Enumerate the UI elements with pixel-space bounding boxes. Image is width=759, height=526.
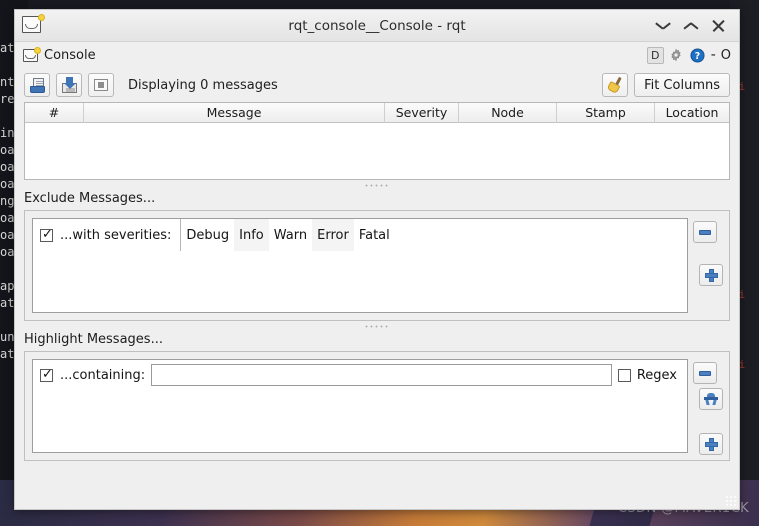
close-button[interactable] [712, 19, 726, 33]
resize-grip[interactable] [725, 495, 737, 507]
highlight-table-icon [704, 393, 718, 405]
splitter-table-exclude[interactable] [15, 180, 739, 191]
message-table: # Message Severity Node Stamp Location [24, 102, 730, 180]
regex-checkbox[interactable] [617, 368, 631, 382]
window-titlebar[interactable]: rqt_console__Console - rqt [15, 10, 739, 42]
toolbar-right-group: Fit Columns [602, 73, 730, 97]
dock-title-label: Console [44, 47, 96, 63]
gear-icon[interactable] [668, 47, 685, 64]
highlight-panel: ...containing: Regex [24, 351, 730, 461]
fit-columns-button[interactable]: Fit Columns [634, 73, 730, 97]
minus-icon [699, 370, 711, 376]
column-header-severity[interactable]: Severity [385, 103, 459, 123]
dock-collapse-button[interactable]: - [710, 47, 717, 63]
rqt-console-window: rqt_console__Console - rqt Console D ? -… [14, 9, 740, 510]
dock-tool-buttons: D ? - O [646, 46, 731, 64]
console-envelope-icon [23, 46, 41, 63]
exclude-section-label: Exclude Messages... [24, 191, 156, 206]
regex-option: Regex [617, 367, 687, 383]
svg-text:?: ? [694, 50, 699, 61]
severity-list-blank [394, 219, 687, 251]
highlight-add-button[interactable] [699, 430, 723, 455]
help-icon[interactable]: ? [689, 47, 706, 64]
exclude-rule-left: ...with severities: [33, 219, 182, 251]
highlight-table-button[interactable] [699, 385, 723, 410]
window-title: rqt_console__Console - rqt [288, 17, 466, 34]
message-table-body[interactable] [25, 123, 729, 179]
highlight-rule-row: ...containing: Regex [33, 360, 687, 390]
severity-item-warn[interactable]: Warn [269, 219, 312, 251]
highlight-rule-left: ...containing: [33, 367, 146, 383]
exclude-list-empty-area[interactable] [33, 251, 687, 312]
clear-messages-button[interactable] [602, 73, 629, 97]
plus-icon [704, 437, 718, 451]
minimize-button[interactable] [656, 19, 670, 33]
message-table-header: # Message Severity Node Stamp Location [25, 103, 729, 123]
highlight-filter-list: ...containing: Regex [32, 359, 688, 453]
splitter-exclude-highlight[interactable] [15, 321, 739, 332]
maximize-button[interactable] [684, 19, 698, 33]
open-file-button[interactable] [24, 73, 50, 97]
severity-item-debug[interactable]: Debug [181, 219, 234, 251]
severity-item-fatal[interactable]: Fatal [354, 219, 395, 251]
pause-button[interactable] [88, 73, 114, 97]
highlight-filter-list-wrap: ...containing: Regex [32, 359, 688, 453]
minus-icon [699, 229, 711, 235]
column-header-stamp[interactable]: Stamp [557, 103, 655, 123]
exclude-rule-label: ...with severities: [60, 227, 172, 243]
dock-d-button[interactable]: D [646, 46, 664, 64]
console-toolbar: Displaying 0 messages Fit Columns [15, 68, 739, 102]
exclude-rule-row: ...with severities: Debug Info Warn Erro… [33, 219, 687, 251]
column-header-message[interactable]: Message [84, 103, 385, 123]
column-header-node[interactable]: Node [459, 103, 557, 123]
highlight-text-input[interactable] [151, 364, 612, 386]
status-message: Displaying 0 messages [128, 77, 278, 93]
window-controls [656, 19, 739, 33]
exclude-panel: ...with severities: Debug Info Warn Erro… [24, 210, 730, 321]
dock-title-group: Console [23, 46, 96, 63]
highlight-remove-button[interactable] [693, 362, 717, 384]
severity-item-error[interactable]: Error [312, 219, 354, 251]
exclude-filter-list: ...with severities: Debug Info Warn Erro… [32, 218, 688, 313]
exclude-remove-button[interactable] [693, 221, 717, 243]
plus-icon [704, 268, 718, 282]
severity-list[interactable]: Debug Info Warn Error Fatal [181, 219, 687, 251]
regex-label: Regex [636, 367, 677, 383]
exclude-filter-list-wrap: ...with severities: Debug Info Warn Erro… [32, 218, 688, 313]
exclude-add-button[interactable] [699, 261, 723, 286]
highlight-list-empty-area[interactable] [33, 390, 687, 452]
column-header-location[interactable]: Location [655, 103, 729, 123]
highlight-section-label: Highlight Messages... [24, 332, 163, 347]
broom-icon [606, 76, 623, 95]
open-file-icon [29, 77, 45, 93]
highlight-rule-checkbox[interactable] [40, 367, 53, 382]
save-file-icon [61, 76, 77, 93]
dock-header: Console D ? - O [15, 42, 739, 68]
pause-icon [94, 79, 108, 91]
save-file-button[interactable] [56, 73, 82, 97]
dock-float-button[interactable]: O [721, 48, 731, 63]
highlight-rule-label: ...containing: [60, 367, 146, 383]
severity-item-info[interactable]: Info [234, 219, 269, 251]
column-header-index[interactable]: # [25, 103, 84, 123]
exclude-rule-checkbox[interactable] [40, 227, 53, 242]
